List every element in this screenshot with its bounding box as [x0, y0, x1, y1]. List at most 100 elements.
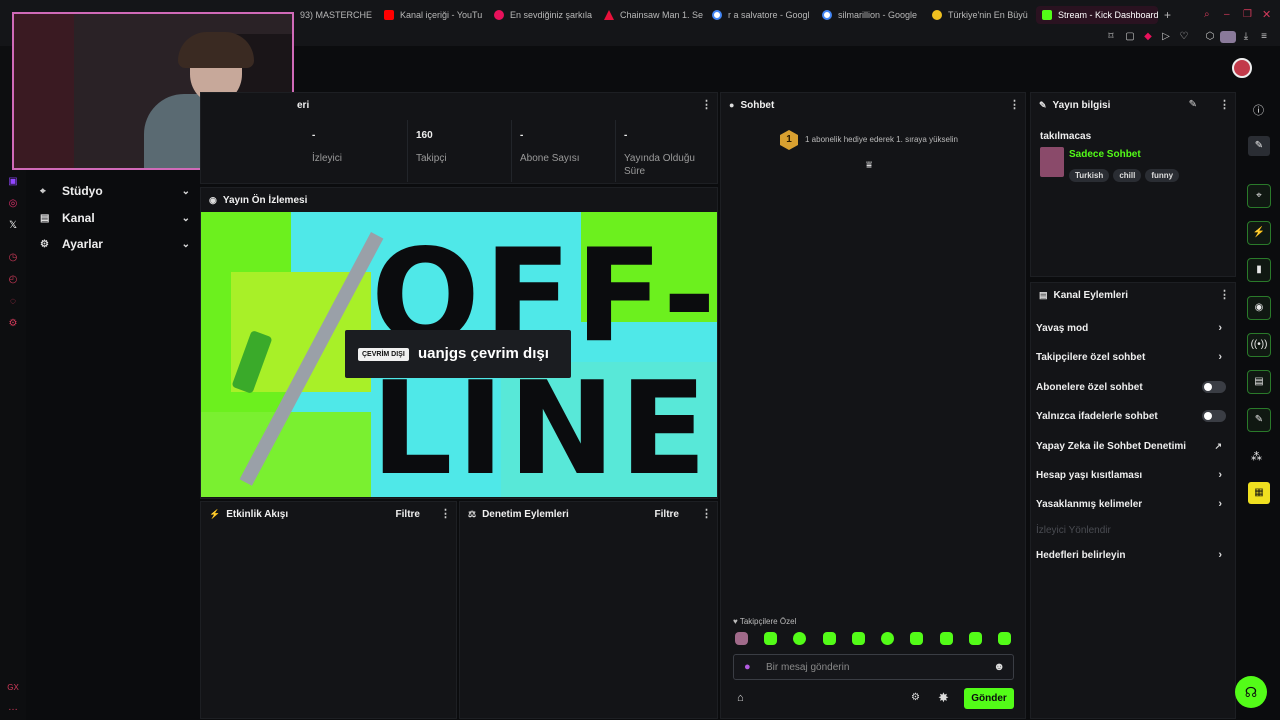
action-account-age[interactable]: Hesap yaşı kısıtlaması ›	[1036, 467, 1226, 483]
action-ai-moderation[interactable]: Yapay Zeka ile Sohbet Denetimi ↗	[1036, 438, 1226, 454]
emote[interactable]	[823, 632, 836, 645]
document-icon[interactable]: ▮	[1247, 258, 1271, 282]
studio-icon: ⌖	[40, 185, 46, 197]
browser-tab-5[interactable]: silmarillion - Google	[822, 6, 922, 24]
emote-only-toggle[interactable]	[1202, 410, 1226, 422]
microphone-icon[interactable]: ●	[744, 661, 751, 673]
action-banned-words[interactable]: Yasaklanmış kelimeler ›	[1036, 496, 1226, 512]
kebab-menu-icon[interactable]: ⋮	[1219, 99, 1230, 111]
apps-icon[interactable]: ⁂	[1251, 450, 1262, 463]
clapper-icon[interactable]: ▦	[1248, 482, 1270, 504]
wrench-icon[interactable]: ✎	[1247, 408, 1271, 432]
minimize-icon[interactable]: –	[1224, 9, 1230, 20]
action-slow-mode[interactable]: Yavaş mod ›	[1036, 320, 1226, 336]
filter-button[interactable]: Filtre	[396, 509, 420, 520]
gx-icon[interactable]: GX	[7, 682, 19, 694]
kebab-menu-icon[interactable]: ⋮	[440, 508, 451, 520]
edit-icon[interactable]: ✎	[1189, 99, 1197, 110]
maximize-icon[interactable]: ❐	[1243, 9, 1252, 20]
subscribers-only-toggle[interactable]	[1202, 381, 1226, 393]
stat-label: Takipçi	[416, 153, 447, 164]
menu-icon[interactable]: ≡	[1258, 31, 1270, 43]
emote[interactable]	[852, 632, 865, 645]
close-icon[interactable]: ✕	[1262, 8, 1271, 21]
kebab-menu-icon[interactable]: ⋮	[1219, 289, 1230, 301]
info-icon[interactable]: ⓘ	[1253, 102, 1264, 118]
emote-avatar[interactable]	[735, 632, 748, 645]
emote[interactable]	[969, 632, 982, 645]
search-icon[interactable]: ⌕	[1204, 9, 1210, 20]
settings-icon[interactable]: ⚙	[7, 318, 19, 330]
download-icon[interactable]: ⤓	[1240, 31, 1252, 43]
sidebar-item-studio[interactable]: ⌖ Stüdyo ⌄	[40, 181, 190, 201]
edit-layout-button[interactable]: ✎	[1248, 136, 1270, 156]
support-headset-icon[interactable]: ☊	[1235, 676, 1267, 708]
channel-icon: ▤	[1039, 289, 1048, 300]
action-label: Hesap yaşı kısıtlaması	[1036, 469, 1143, 481]
tab-label: 93) MASTERCHEF	[300, 10, 372, 20]
stat-subscribers: - Abone Sayısı	[514, 120, 616, 182]
kick-icon	[1042, 10, 1052, 20]
instagram-icon[interactable]: ◎	[7, 198, 19, 210]
avatar[interactable]	[1232, 58, 1252, 78]
history-icon[interactable]: ◷	[7, 252, 19, 264]
kebab-menu-icon[interactable]: ⋮	[1009, 99, 1020, 111]
heart-icon[interactable]: ♡	[1178, 31, 1190, 43]
gear-icon[interactable]: ⚙	[911, 692, 920, 703]
emoji-icon[interactable]: ☻	[993, 661, 1005, 673]
shield-icon[interactable]: ◆	[1142, 31, 1154, 43]
stream-info-panel: ✎ Yayın bilgisi ✎ ⋮	[1030, 92, 1236, 277]
x-icon[interactable]: 𝕏	[7, 220, 19, 232]
lightning-icon[interactable]: ⚡	[1247, 221, 1271, 245]
action-set-goals[interactable]: Hedefleri belirleyin ›	[1036, 547, 1226, 563]
browser-tab-3[interactable]: Chainsaw Man 1. Se	[604, 6, 704, 24]
clock-icon[interactable]: ◴	[7, 274, 19, 286]
extensions-icon[interactable]: ⬡	[1204, 31, 1216, 43]
bookmark-icon[interactable]: ⌑	[1105, 31, 1117, 43]
twitch-icon[interactable]: ▣	[7, 176, 19, 188]
browser-tab-6[interactable]: Türkiye'nin En Büyü	[932, 6, 1032, 24]
action-label: Yapay Zeka ile Sohbet Denetimi	[1036, 440, 1187, 452]
emote[interactable]	[910, 632, 923, 645]
emote[interactable]	[881, 632, 894, 645]
kebab-menu-icon[interactable]: ⋮	[701, 99, 712, 111]
profile-icon[interactable]	[1220, 31, 1236, 43]
filter-button[interactable]: Filtre	[655, 509, 679, 520]
browser-tab-2[interactable]: En sevdiğiniz şarkıla	[494, 6, 594, 24]
layers-icon[interactable]: ▤	[1247, 370, 1271, 394]
site-icon	[932, 10, 942, 20]
pinned-toggle-icon[interactable]: ⩸	[866, 160, 872, 171]
broadcast-icon[interactable]: ((•))	[1247, 333, 1271, 357]
action-emote-only-chat: Yalnızca ifadelerle sohbet	[1036, 408, 1226, 424]
sidebar-item-channel[interactable]: ▤ Kanal ⌄	[40, 208, 190, 228]
kick-emblem-icon[interactable]: ✸	[938, 690, 949, 706]
emote[interactable]	[940, 632, 953, 645]
action-followers-only-chat[interactable]: Takipçilere özel sohbet ›	[1036, 349, 1226, 365]
browser-tab-1[interactable]: Kanal içeriği - YouTu	[384, 6, 482, 24]
chat-icon[interactable]: ◉	[1247, 296, 1271, 320]
emote[interactable]	[764, 632, 777, 645]
emote[interactable]	[998, 632, 1011, 645]
send-button[interactable]: Gönder	[964, 688, 1014, 709]
browser-tab-0[interactable]: 93) MASTERCHEF	[300, 6, 372, 24]
store-icon[interactable]: ⌂	[737, 692, 744, 704]
new-tab-button[interactable]: +	[1164, 6, 1176, 24]
sidebar-item-settings[interactable]: ⚙ Ayarlar ⌄	[40, 234, 190, 254]
capture-icon[interactable]: ⌖	[1247, 184, 1271, 208]
browser-tab-active[interactable]: Stream - Kick Dashboard	[1036, 6, 1158, 24]
stream-preview[interactable]: OFF- LINE ÇEVRİM DIŞI uanjgs çevrim dışı	[201, 212, 717, 497]
chat-input[interactable]: ● Bir mesaj gönderin ☻	[733, 654, 1014, 680]
gift-leaderboard-text[interactable]: 1 abonelik hediye ederek 1. sıraya yükse…	[805, 135, 958, 144]
stream-tags: Turkish chill funny	[1069, 165, 1183, 183]
chat-bubble-icon[interactable]: ◌	[7, 296, 19, 308]
emote[interactable]	[793, 632, 806, 645]
kebab-menu-icon[interactable]: ⋮	[701, 508, 712, 520]
stream-category[interactable]: Sadece Sohbet	[1069, 149, 1141, 160]
more-icon[interactable]: …	[7, 702, 19, 714]
music-icon	[494, 10, 504, 20]
screenshot-icon[interactable]: ▢	[1124, 31, 1136, 43]
followers-only-notice: ♥ Takipçilere Özel	[733, 617, 796, 626]
browser-tab-4[interactable]: r a salvatore - Googl	[712, 6, 812, 24]
play-icon[interactable]: ▷	[1160, 31, 1172, 43]
tag: chill	[1113, 169, 1142, 182]
